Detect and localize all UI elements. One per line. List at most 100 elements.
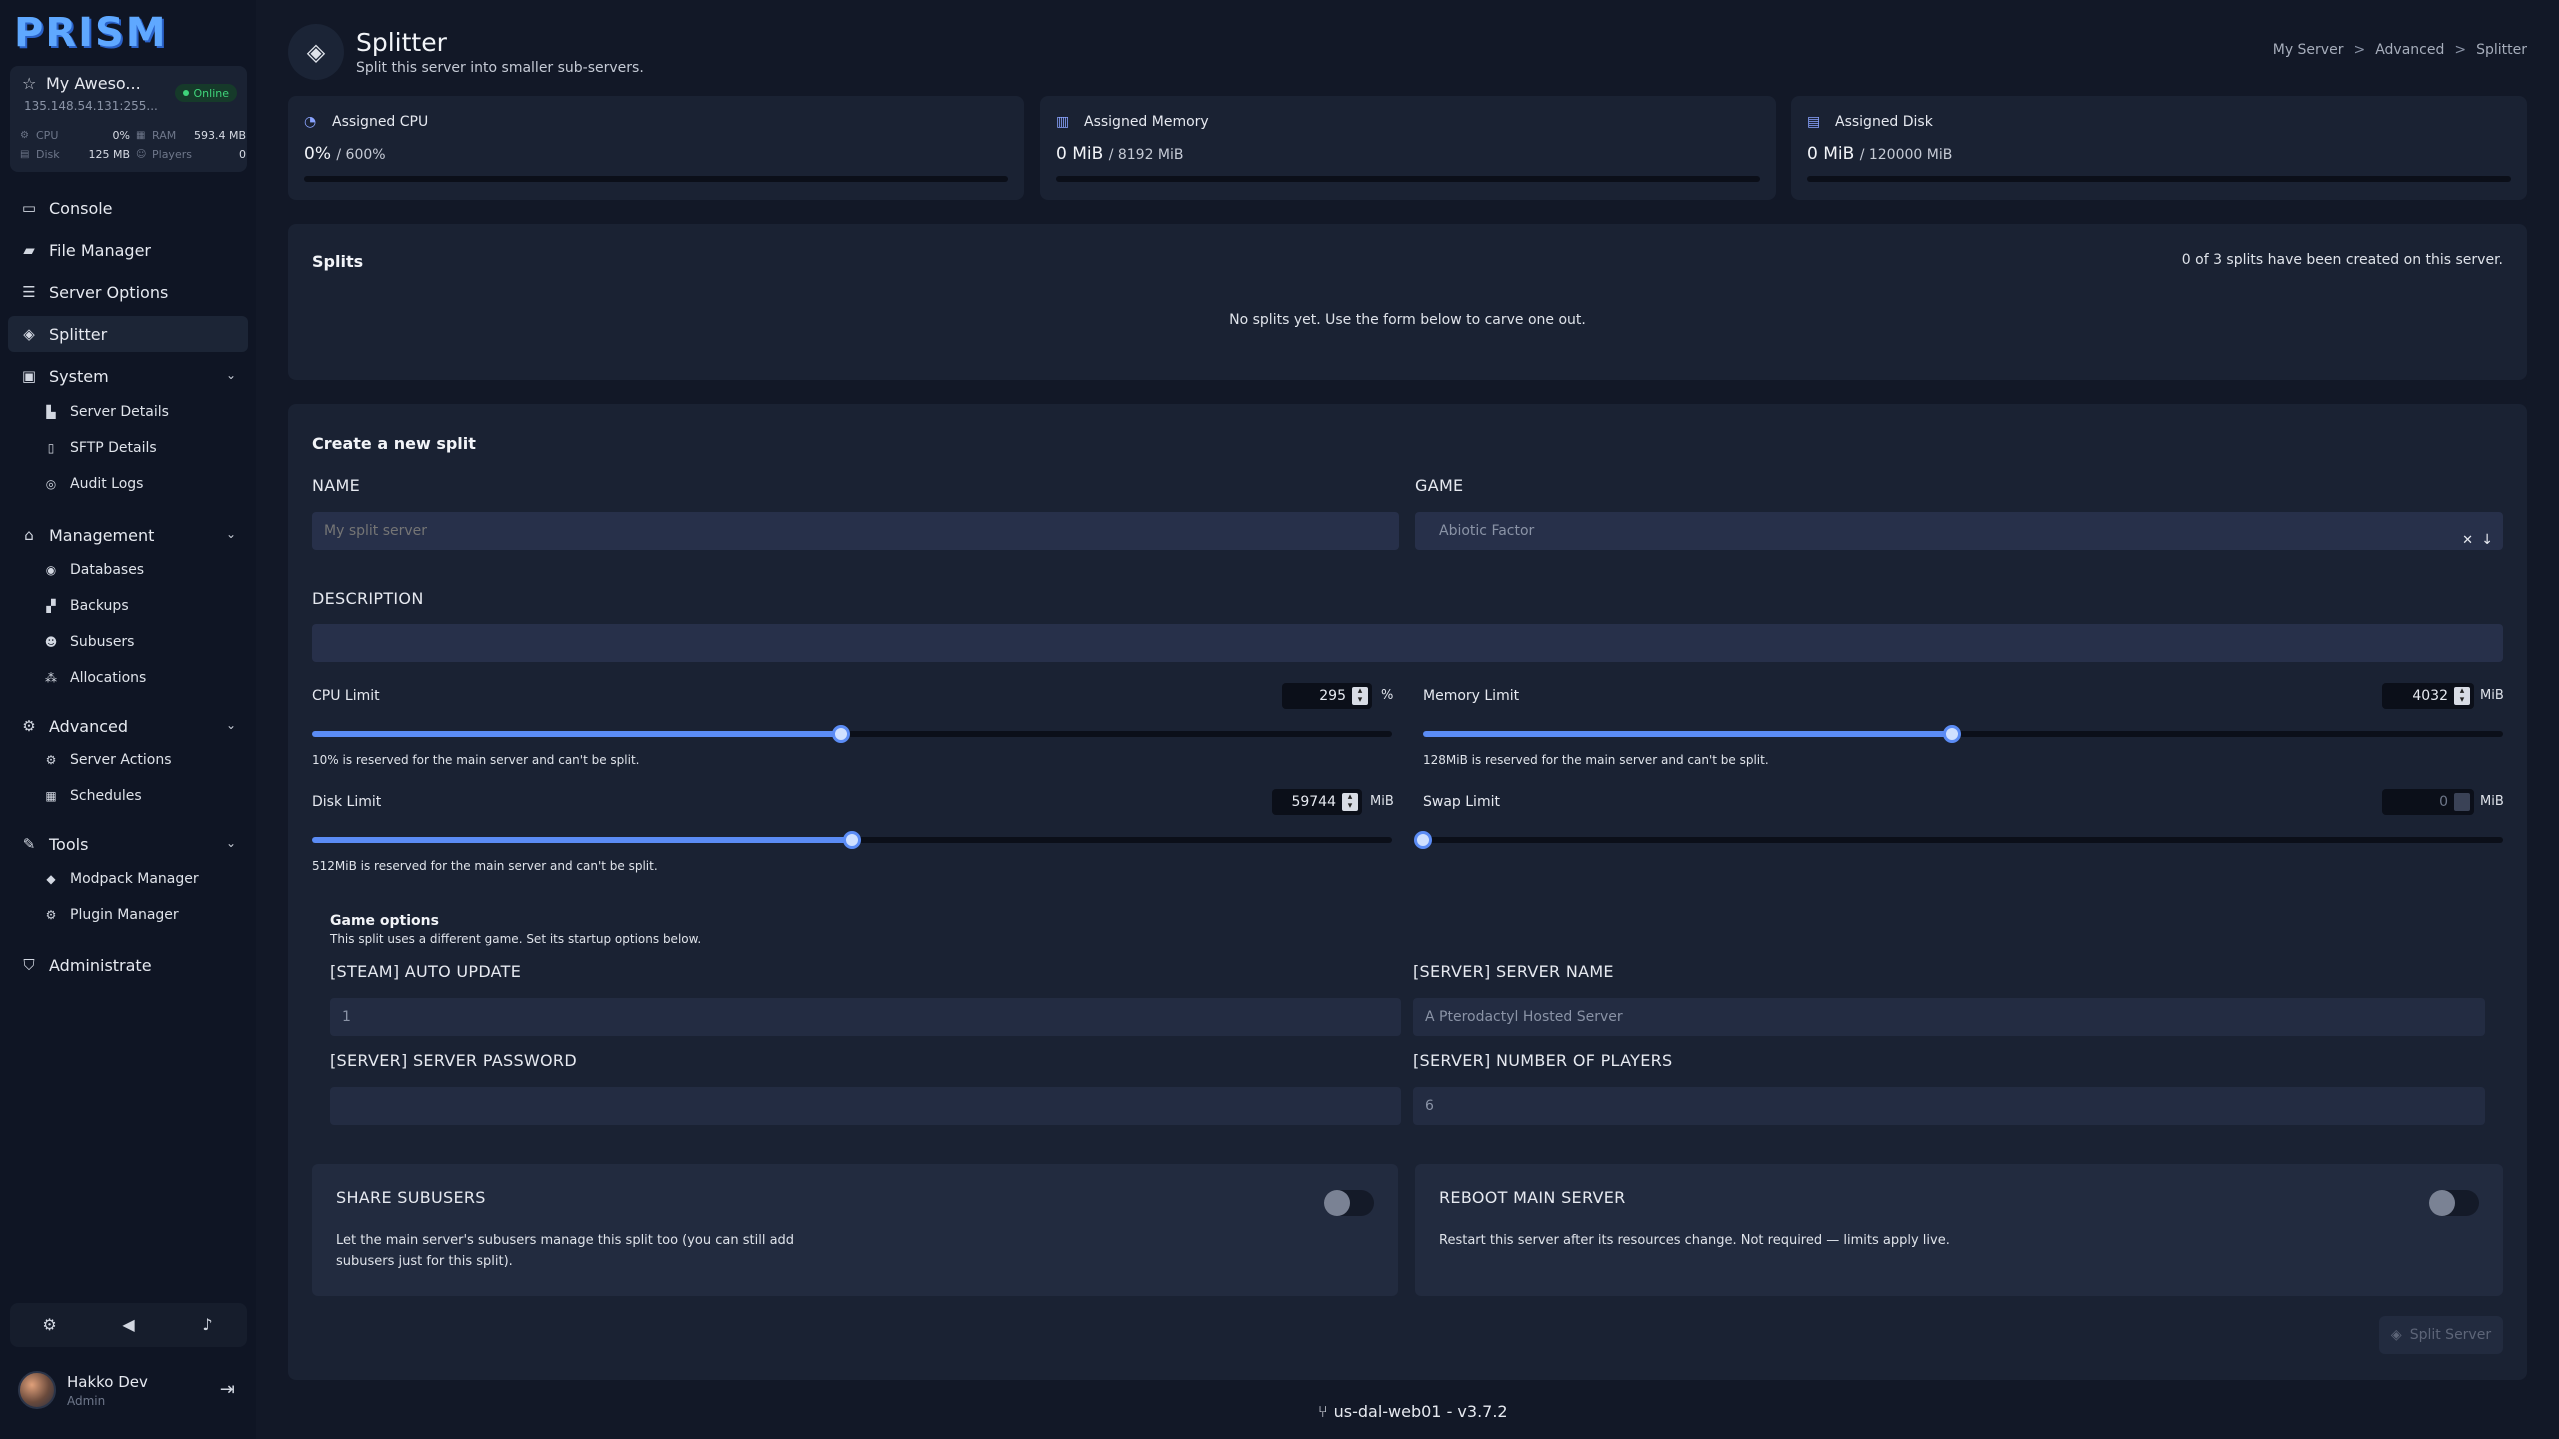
sidebar-item-label: Databases xyxy=(70,562,145,578)
network-icon: ⁂ xyxy=(45,671,57,685)
status-badge: Online xyxy=(174,84,237,102)
assigned-disk-title: Assigned Disk xyxy=(1835,114,1933,130)
hard-drive-icon: ▤ xyxy=(1807,114,1821,130)
steam-auto-update-input[interactable] xyxy=(330,998,1401,1036)
server-name: My Aweso... xyxy=(46,74,141,93)
cpu-limit-slider-handle[interactable] xyxy=(832,725,851,743)
sidebar-item-label: Server Details xyxy=(70,404,169,420)
megaphone-icon[interactable]: ◀ xyxy=(119,1315,139,1335)
git-branch-icon: ⑂ xyxy=(1318,1402,1328,1421)
game-select-value: Abiotic Factor xyxy=(1439,523,1535,539)
description-input[interactable] xyxy=(312,624,2503,662)
settings-icon[interactable]: ⚙ xyxy=(40,1315,60,1335)
sidebar-item-label: Advanced xyxy=(49,716,129,736)
sidebar-item-management[interactable]: ⌂ Management ⌄ xyxy=(8,517,248,553)
sidebar-item-console[interactable]: ▭ Console xyxy=(8,190,248,226)
toggle-knob xyxy=(2429,1190,2455,1216)
shield-icon: ⛉ xyxy=(23,956,35,974)
game-options-subtitle: This split uses a different game. Set it… xyxy=(330,932,702,946)
ram-label: RAM xyxy=(152,129,177,142)
disk-limit-input[interactable]: 59744 ▴ ▾ xyxy=(1272,789,1362,815)
sidebar-item-file-manager[interactable]: ▰ File Manager xyxy=(8,232,248,268)
swap-limit-slider-handle[interactable] xyxy=(1414,831,1432,849)
swap-limit-slider[interactable] xyxy=(1414,831,2503,849)
sidebar-item-server-actions[interactable]: ⚙ Server Actions xyxy=(44,748,172,772)
swap-limit-input[interactable]: 0 xyxy=(2382,789,2474,815)
breadcrumb-separator: > xyxy=(2353,42,2366,58)
assigned-memory-bar xyxy=(1056,176,1760,182)
share-subusers-description: Let the main server's subusers manage th… xyxy=(336,1233,795,1269)
layers-icon: ◈ xyxy=(2390,1327,2402,1343)
memory-limit-slider-handle[interactable] xyxy=(1943,725,1962,743)
cpu-limit-slider[interactable] xyxy=(312,725,1392,743)
clear-icon[interactable]: ✕ xyxy=(2462,522,2473,560)
sidebar-item-advanced[interactable]: ⚙ Advanced ⌄ xyxy=(8,708,248,744)
ram-icon: ▦ xyxy=(136,129,146,141)
swap-limit-unit: MiB xyxy=(2480,794,2504,809)
stepper-icon[interactable]: ▴ ▾ xyxy=(2454,687,2470,705)
sidebar-item-tools[interactable]: ✎ Tools ⌄ xyxy=(8,826,248,862)
num-players-label: [SERVER] NUMBER OF PLAYERS xyxy=(1413,1051,1673,1070)
game-select[interactable]: Abiotic Factor ✕ ↓ xyxy=(1415,512,2503,550)
breadcrumb-advanced[interactable]: Advanced xyxy=(2375,42,2444,58)
sidebar-item-label: Schedules xyxy=(70,788,142,804)
sidebar-item-splitter[interactable]: ◈ Splitter xyxy=(8,316,248,352)
stepper-icon[interactable]: ▴ ▾ xyxy=(1342,793,1358,811)
sidebar-item-databases[interactable]: ◉ Databases xyxy=(44,558,144,582)
sidebar-item-label: System xyxy=(49,366,109,386)
chevron-down-icon: ⌄ xyxy=(225,368,236,382)
form-title: Create a new split xyxy=(312,434,476,453)
bell-icon[interactable]: ♪ xyxy=(198,1315,218,1335)
breadcrumb-separator: > xyxy=(2454,42,2467,58)
split-server-button[interactable]: ◈ Split Server xyxy=(2379,1316,2503,1354)
server-card[interactable]: ☆ My Aweso... Online 135.148.54.131:255.… xyxy=(10,66,247,172)
assigned-memory-title: Assigned Memory xyxy=(1084,114,1209,130)
reboot-main-server-toggle[interactable] xyxy=(2429,1190,2479,1216)
user-profile[interactable]: Hakko Dev Admin ⇥ xyxy=(10,1355,247,1425)
name-input[interactable] xyxy=(312,512,1399,550)
memory-limit-slider[interactable] xyxy=(1423,725,2503,743)
chevron-down-icon: ⌄ xyxy=(225,527,236,541)
sidebar-item-allocations[interactable]: ⁂ Allocations xyxy=(44,666,146,690)
assigned-memory-total: / 8192 MiB xyxy=(1108,147,1184,163)
stepper-icon[interactable] xyxy=(2454,793,2470,811)
page-title: Splitter xyxy=(356,28,447,57)
splits-empty-message: No splits yet. Use the form below to car… xyxy=(1229,312,1586,328)
sidebar-item-sftp-details[interactable]: ▯ SFTP Details xyxy=(44,436,157,460)
sidebar-item-label: Management xyxy=(49,525,155,545)
avatar[interactable] xyxy=(18,1371,56,1409)
sidebar-item-schedules[interactable]: ▦ Schedules xyxy=(44,784,142,808)
assigned-disk-total: / 120000 MiB xyxy=(1859,147,1953,163)
prism-logo[interactable]: PRISM xyxy=(14,10,168,56)
sidebar-item-server-options[interactable]: ☰ Server Options xyxy=(8,274,248,310)
server-name-input[interactable] xyxy=(1413,998,2485,1036)
breadcrumb-splitter: Splitter xyxy=(2476,42,2527,58)
assigned-cpu-bar xyxy=(304,176,1008,182)
server-password-input[interactable] xyxy=(330,1087,1401,1125)
sidebar-item-audit-logs[interactable]: ◎ Audit Logs xyxy=(44,472,144,496)
star-icon[interactable]: ☆ xyxy=(22,75,38,92)
disk-limit-slider[interactable] xyxy=(312,831,1392,849)
disk-limit-slider-handle[interactable] xyxy=(843,831,861,849)
sidebar-item-system[interactable]: ▣ System ⌄ xyxy=(8,358,248,394)
sidebar-item-plugin-manager[interactable]: ⚙ Plugin Manager xyxy=(44,903,179,927)
memory-limit-input[interactable]: 4032 ▴ ▾ xyxy=(2382,683,2474,709)
assigned-memory-card: ▥ Assigned Memory 0 MiB / 8192 MiB xyxy=(1040,96,1776,200)
arrow-down-icon[interactable]: ↓ xyxy=(2481,521,2493,559)
num-players-input[interactable] xyxy=(1413,1087,2485,1125)
folder-icon: ▰ xyxy=(23,241,35,259)
memory-limit-hint: 128MiB is reserved for the main server a… xyxy=(1423,753,1769,767)
sidebar-item-subusers[interactable]: ☻ Subusers xyxy=(44,630,135,654)
sidebar-item-backups[interactable]: ▞ Backups xyxy=(44,594,128,618)
sidebar-item-modpack-manager[interactable]: ◆ Modpack Manager xyxy=(44,867,198,891)
logout-icon[interactable]: ⇥ xyxy=(220,1379,235,1400)
breadcrumb-my-server[interactable]: My Server xyxy=(2273,42,2344,58)
stepper-icon[interactable]: ▴ ▾ xyxy=(1352,687,1368,705)
cpu-limit-unit: % xyxy=(1381,688,1394,703)
sidebar-item-server-details[interactable]: ▙ Server Details xyxy=(44,400,169,424)
cpu-limit-input[interactable]: 295 ▴ ▾ xyxy=(1282,683,1372,709)
players-label: Players xyxy=(152,148,192,161)
sidebar-item-administrate[interactable]: ⛉ Administrate xyxy=(8,947,248,983)
breadcrumb: My Server > Advanced > Splitter xyxy=(2273,42,2527,58)
share-subusers-toggle[interactable] xyxy=(1324,1190,1374,1216)
